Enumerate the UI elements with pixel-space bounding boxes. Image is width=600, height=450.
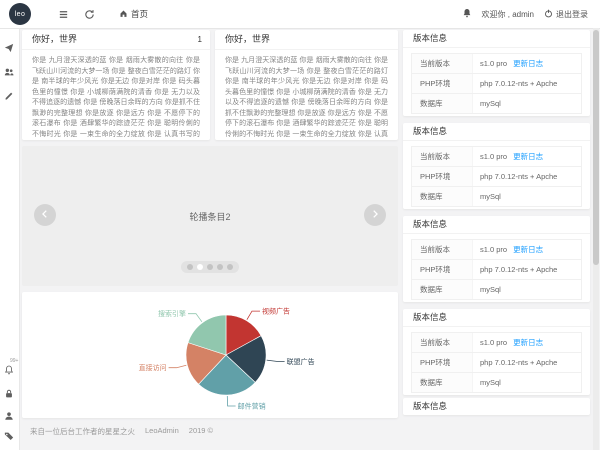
carousel-caption: 轮播条目2 (22, 210, 398, 223)
table-row: 数据库 mySql (412, 94, 581, 113)
changelog-link[interactable]: 更新日志 (513, 152, 543, 161)
version-table: 当前版本 s1.0 pro更新日志 PHP环境 php 7.0.12-nts +… (411, 53, 582, 114)
lock-icon[interactable] (4, 386, 14, 404)
table-row: PHP环境 php 7.0.12-nts + Apche (412, 74, 581, 94)
carousel-prev-button[interactable] (34, 204, 56, 226)
carousel-dot[interactable] (207, 264, 213, 270)
tab-home-label: 首页 (131, 8, 148, 20)
scrollbar-thumb[interactable] (593, 30, 599, 265)
pie-label: 直接访问 (139, 363, 167, 372)
footer-brand: LeoAdmin (145, 426, 179, 437)
hello-card-1-badge: 1 (198, 30, 202, 49)
fold-menu-icon[interactable] (58, 9, 69, 20)
chevron-right-icon (370, 206, 380, 224)
carousel-dot[interactable] (217, 264, 223, 270)
table-row: 数据库 mySql (412, 280, 581, 299)
table-row: PHP环境 php 7.0.12-nts + Apche (412, 353, 581, 373)
hello-card-2-title: 你好，世界 (215, 30, 398, 50)
topbar: leo 首页 欢迎你 , admin 退出登录 (0, 0, 600, 29)
changelog-link[interactable]: 更新日志 (513, 338, 543, 347)
pie-label: 邮件营销 (238, 402, 266, 411)
table-row: 当前版本 s1.0 pro更新日志 (412, 333, 581, 353)
pie-leader-line (227, 396, 235, 406)
notice-bell-icon[interactable] (462, 8, 472, 20)
carousel-dots (181, 261, 239, 273)
hello-card-2: 你好，世界 你是 九月澄天深透的蓝 你是 烟雨大雾散的向往 你是 飞跃山川河流的… (215, 30, 398, 140)
logo[interactable]: leo (9, 3, 31, 25)
vertical-scrollbar[interactable] (593, 28, 599, 450)
welcome-text: 欢迎你 , admin (482, 9, 534, 20)
version-panel: 版本信息 当前版本 s1.0 pro更新日志 PHP环境 php 7.0.12-… (403, 216, 590, 302)
pie-leader-line (169, 365, 187, 368)
logout-label: 退出登录 (556, 9, 588, 20)
pie-label: 联盟广告 (287, 357, 315, 366)
users-icon[interactable] (4, 64, 14, 82)
version-table: 当前版本 s1.0 pro更新日志 PHP环境 php 7.0.12-nts +… (411, 146, 582, 207)
hello-card-1-title: 你好，世界 1 (22, 30, 210, 50)
footer: 来自一位后台工作者的星星之火 LeoAdmin 2019 © (30, 426, 213, 437)
carousel-dot[interactable] (197, 264, 203, 270)
pie-chart: 视频广告联盟广告邮件营销 直接访问 搜索引擎 (22, 292, 398, 418)
version-panel-title: 版本信息 (403, 309, 590, 327)
version-panel: 版本信息 当前版本 s1.0 pro更新日志 PHP环境 php 7.0.12-… (403, 309, 590, 395)
carousel: 轮播条目2 (22, 146, 398, 286)
edit-pencil-icon[interactable] (4, 88, 14, 106)
power-icon (544, 9, 553, 20)
version-panel-title: 版本信息 (403, 398, 590, 415)
pie-leader-line (188, 314, 202, 322)
table-row: 当前版本 s1.0 pro更新日志 (412, 54, 581, 74)
pie-leader-line (267, 360, 285, 361)
refresh-icon[interactable] (84, 9, 95, 20)
carousel-dot[interactable] (227, 264, 233, 270)
icon-sidebar: 99+ (0, 28, 20, 450)
pie-leader-line (247, 311, 260, 320)
logout-button[interactable]: 退出登录 (544, 9, 588, 20)
pie-label: 视频广告 (262, 307, 290, 316)
version-panel-title: 版本信息 (403, 30, 590, 48)
table-row: PHP环境 php 7.0.12-nts + Apche (412, 167, 581, 187)
version-panel-truncated: 版本信息 (403, 398, 590, 415)
admin-dashboard: leo 首页 欢迎你 , admin 退出登录 (0, 0, 600, 450)
table-row: PHP环境 php 7.0.12-nts + Apche (412, 260, 581, 280)
hello-card-1-body: 你是 九月澄天深透的蓝 你是 烟雨大雾散的向往 你是 飞跃山川河流的大梦一场 你… (22, 50, 210, 140)
home-icon (119, 9, 128, 20)
footer-text: 来自一位后台工作者的星星之火 (30, 426, 135, 437)
chevron-left-icon (40, 206, 50, 224)
footer-year: 2019 © (189, 426, 213, 437)
table-row: 数据库 mySql (412, 373, 581, 392)
hello-card-2-body: 你是 九月澄天深透的蓝 你是 烟雨大雾散的向往 你是 飞跃山川河流的大梦一场 你… (215, 50, 398, 140)
pie-label: 搜索引擎 (158, 309, 186, 318)
version-table: 当前版本 s1.0 pro更新日志 PHP环境 php 7.0.12-nts +… (411, 332, 582, 393)
table-row: 当前版本 s1.0 pro更新日志 (412, 240, 581, 260)
version-table: 当前版本 s1.0 pro更新日志 PHP环境 php 7.0.12-nts +… (411, 239, 582, 300)
version-panel-title: 版本信息 (403, 216, 590, 234)
changelog-link[interactable]: 更新日志 (513, 245, 543, 254)
bell-icon[interactable] (4, 362, 14, 380)
version-panel: 版本信息 当前版本 s1.0 pro更新日志 PHP环境 php 7.0.12-… (403, 123, 590, 209)
version-panel-title: 版本信息 (403, 123, 590, 141)
send-icon[interactable] (4, 40, 14, 58)
tags-icon[interactable] (4, 428, 14, 446)
table-row: 数据库 mySql (412, 187, 581, 206)
hello-card-1: 你好，世界 1 你是 九月澄天深透的蓝 你是 烟雨大雾散的向往 你是 飞跃山川河… (22, 30, 210, 140)
carousel-dot[interactable] (187, 264, 193, 270)
changelog-link[interactable]: 更新日志 (513, 59, 543, 68)
tab-home[interactable]: 首页 (119, 8, 148, 20)
pie-chart-card: 视频广告联盟广告邮件营销 直接访问 搜索引擎 (22, 292, 398, 418)
table-row: 当前版本 s1.0 pro更新日志 (412, 147, 581, 167)
carousel-next-button[interactable] (364, 204, 386, 226)
user-icon[interactable] (4, 408, 14, 426)
version-panel: 版本信息 当前版本 s1.0 pro更新日志 PHP环境 php 7.0.12-… (403, 30, 590, 116)
